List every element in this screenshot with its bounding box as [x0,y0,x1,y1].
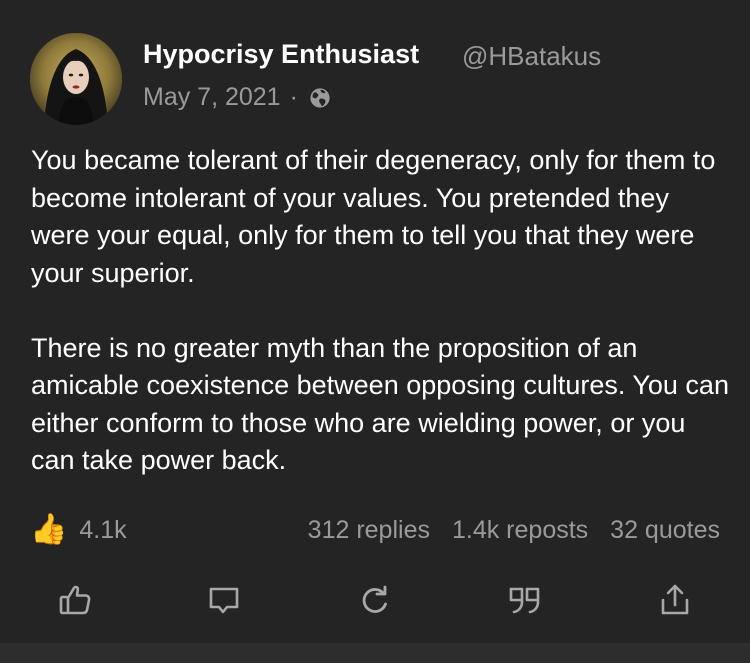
thumbs-up-emoji-icon[interactable]: 👍 [30,515,67,545]
comment-icon [209,587,239,614]
quotes-count[interactable]: 32 quotes [610,516,720,545]
post-paragraph: There is no greater myth than the propos… [31,332,729,476]
reposts-count[interactable]: 1.4k reposts [452,516,588,545]
avatar[interactable] [30,33,122,125]
post-body: You became tolerant of their degeneracy,… [31,142,731,480]
share-icon [661,584,689,615]
post-date[interactable]: May 7, 2021 [143,83,281,112]
thumbs-up-icon [59,585,91,615]
repost-button[interactable] [357,582,393,618]
like-button[interactable] [57,582,93,618]
meta-separator: · [289,83,298,111]
post-paragraph: You became tolerant of their degeneracy,… [31,145,716,288]
replies-count[interactable]: 312 replies [308,516,430,545]
quote-button[interactable] [507,582,543,618]
share-button[interactable] [657,582,693,618]
like-count[interactable]: 4.1k [79,516,126,545]
reply-button[interactable] [206,582,242,618]
bottom-divider [0,643,750,663]
quote-icon [509,587,540,614]
post-stats: 👍 4.1k 312 replies 1.4k reposts 32 quote… [30,515,720,545]
author-handle[interactable]: @HBatakus [462,41,601,72]
post-meta: May 7, 2021 · [143,83,331,112]
repost-icon [362,585,387,613]
action-bar [0,582,750,622]
avatar-portrait-image [30,33,122,125]
author-name[interactable]: Hypocrisy Enthusiast [143,39,419,70]
globe-icon [310,87,330,108]
